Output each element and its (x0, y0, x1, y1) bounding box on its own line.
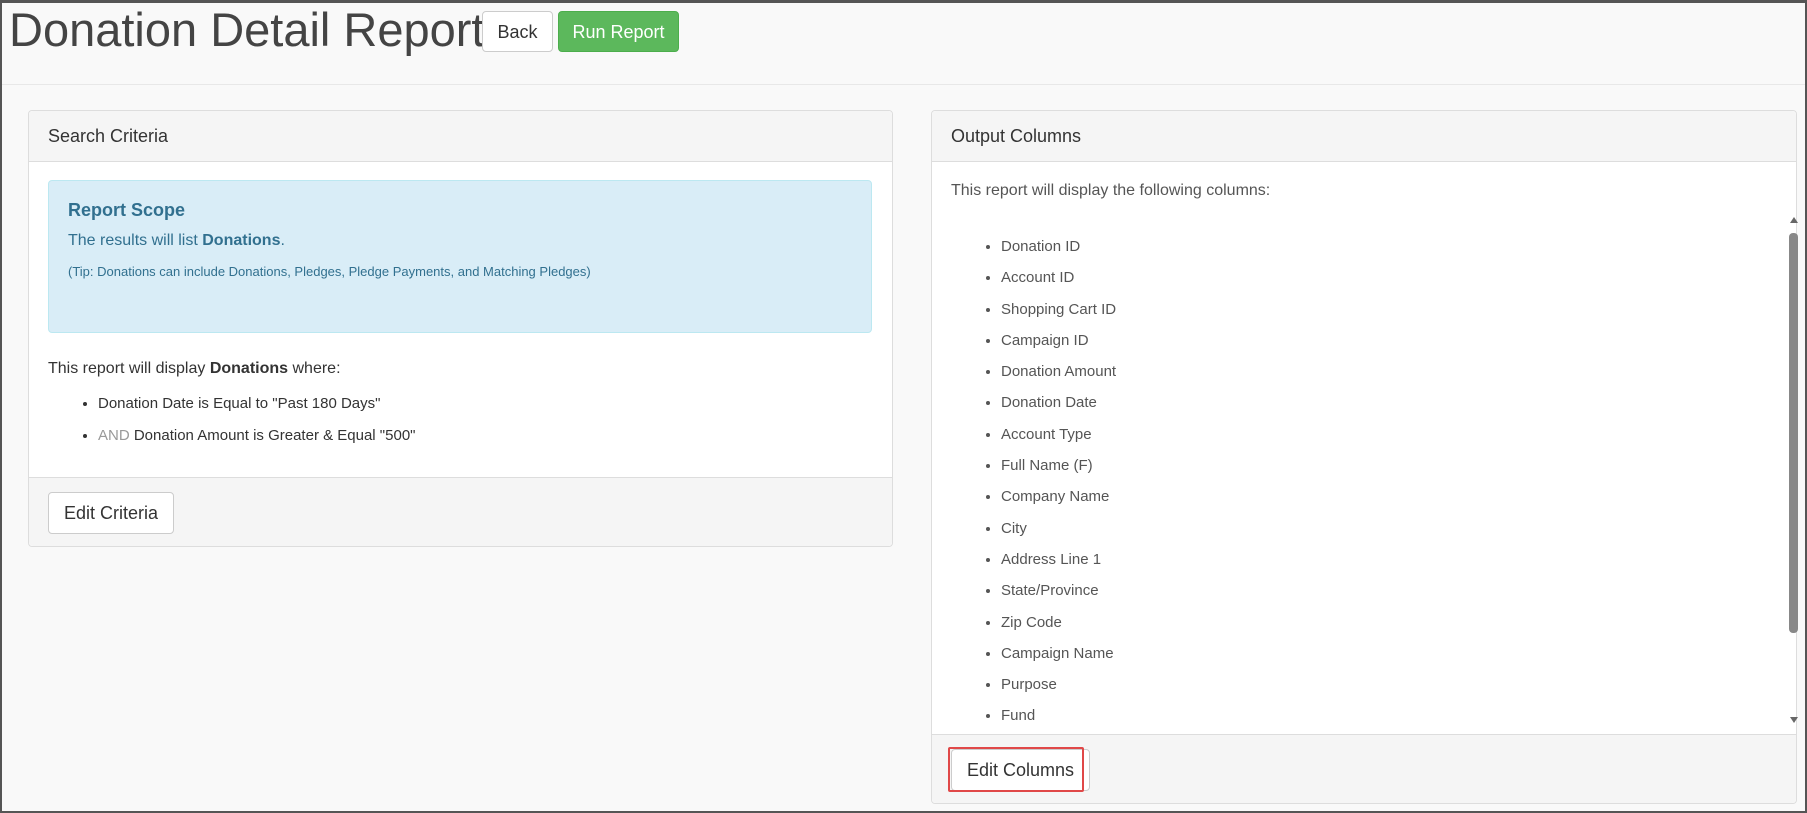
column-item: Shopping Cart ID (1001, 296, 1116, 327)
report-scope-title: Report Scope (68, 200, 186, 220)
column-item: Campaign ID (1001, 327, 1116, 358)
back-button[interactable]: Back (482, 11, 553, 52)
criteria-intro-prefix: This report will display (48, 360, 210, 377)
output-columns-footer: Edit Columns (932, 734, 1796, 803)
criteria-intro-entity: Donations (209, 360, 289, 377)
column-item: Donation ID (1001, 233, 1116, 264)
scroll-up-arrow-icon[interactable] (1790, 217, 1798, 223)
criteria-text: Donation Amount is Greater & Equal "500" (129, 427, 416, 444)
scope-line-entity: Donations (202, 232, 281, 249)
criteria-text: Donation Date is Equal to "Past 180 Days… (98, 395, 381, 412)
column-item: Donation Date (1001, 389, 1116, 420)
search-criteria-heading: Search Criteria (29, 111, 892, 162)
column-item: Donation Amount (1001, 358, 1116, 389)
criteria-intro: This report will display Donations where… (48, 360, 341, 378)
report-scope-line: The results will list Donations. (68, 232, 285, 250)
criteria-item: AND Donation Amount is Greater & Equal "… (98, 422, 416, 454)
column-item: Full Name (F) (1001, 452, 1116, 483)
page-title: Donation Detail Report (9, 3, 485, 56)
column-item: Zip Code (1001, 609, 1116, 640)
criteria-connector: AND (98, 427, 130, 444)
columns-list: Donation ID Account ID Shopping Cart ID … (951, 233, 1116, 725)
column-item: Address Line 1 (1001, 546, 1116, 577)
search-criteria-panel: Search Criteria Report Scope The results… (28, 110, 893, 547)
column-item: Account Type (1001, 421, 1116, 452)
run-report-button[interactable]: Run Report (558, 11, 679, 52)
search-criteria-footer: Edit Criteria (29, 477, 892, 546)
report-scope-tip: (Tip: Donations can include Donations, P… (68, 264, 591, 279)
column-item: Account ID (1001, 264, 1116, 295)
criteria-item: Donation Date is Equal to "Past 180 Days… (98, 390, 416, 422)
report-scope-box: Report Scope The results will list Donat… (48, 180, 872, 333)
output-columns-intro: This report will display the following c… (951, 182, 1271, 199)
criteria-intro-suffix: where: (288, 360, 341, 377)
page-header: Donation Detail Report Back Run Report (0, 0, 1807, 85)
output-columns-heading: Output Columns (932, 111, 1796, 162)
column-item: Fund (1001, 702, 1116, 725)
column-item: Company Name (1001, 483, 1116, 514)
scope-line-suffix: . (280, 232, 285, 249)
output-columns-panel: Output Columns This report will display … (931, 110, 1800, 804)
scroll-down-arrow-icon[interactable] (1790, 717, 1798, 723)
column-item: Purpose (1001, 671, 1116, 702)
columns-scrollbar[interactable] (1788, 215, 1800, 725)
column-item: City (1001, 515, 1116, 546)
columns-scroll-area[interactable]: Donation ID Account ID Shopping Cart ID … (932, 215, 1770, 725)
criteria-list: Donation Date is Equal to "Past 180 Days… (48, 390, 416, 454)
edit-criteria-button[interactable]: Edit Criteria (48, 492, 175, 534)
column-item: Campaign Name (1001, 640, 1116, 671)
column-item: State/Province (1001, 577, 1116, 608)
scope-line-prefix: The results will list (68, 232, 203, 249)
edit-columns-button[interactable]: Edit Columns (951, 749, 1091, 791)
scrollbar-thumb[interactable] (1789, 233, 1798, 633)
